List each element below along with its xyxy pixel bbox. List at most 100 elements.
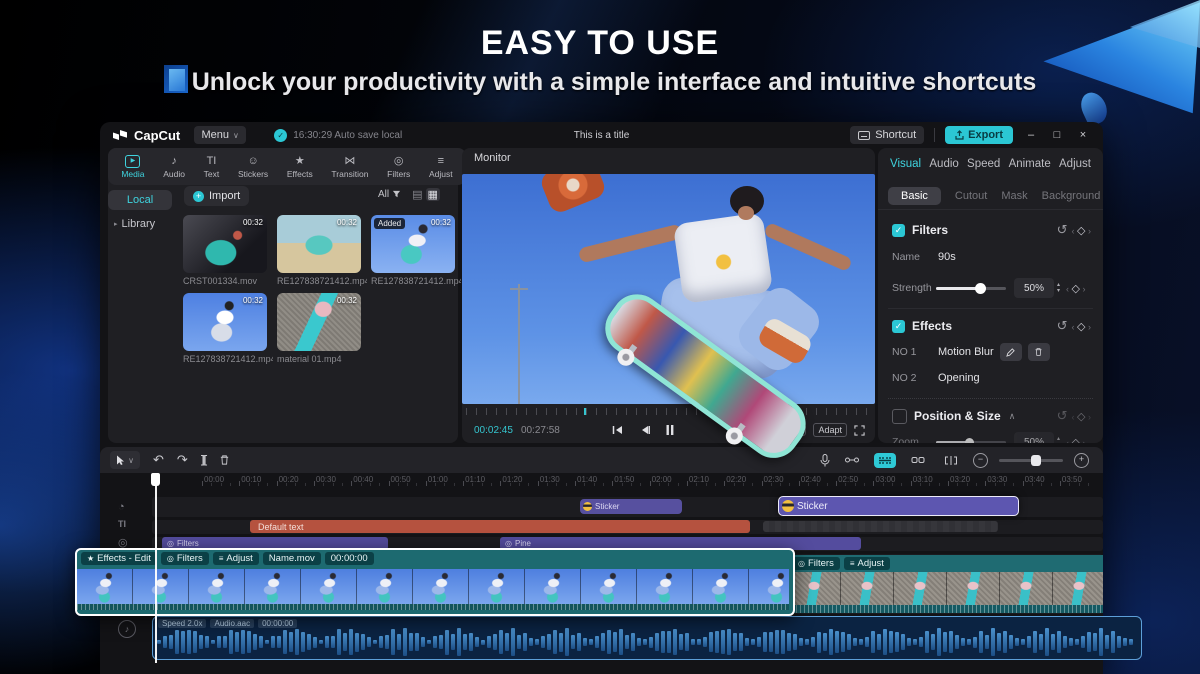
media-tab-audio[interactable]: ♪ Audio (163, 155, 185, 179)
autosave-status: 16:30:29 Auto save local (293, 129, 403, 141)
delete-effect-button[interactable] (1027, 343, 1050, 361)
main-track-magnet-icon[interactable] (874, 452, 896, 468)
media-tab-adjust[interactable]: ≡ Adjust (429, 155, 453, 179)
name-value[interactable]: 90s (938, 251, 956, 263)
filter-all-button[interactable]: All (378, 189, 389, 200)
muted-text-clip[interactable] (763, 521, 998, 532)
media-tab-text[interactable]: TI Text (204, 155, 220, 179)
close-button[interactable]: × (1075, 129, 1091, 141)
zoom-value[interactable]: 50% (1014, 432, 1054, 443)
shortcut-button[interactable]: Shortcut (850, 126, 925, 144)
split-button[interactable]: ][ (201, 454, 207, 466)
clip-badge: Audio.aac (210, 619, 255, 628)
media-thumbnail[interactable]: 00:32 (277, 215, 361, 273)
timeline-ruler[interactable]: 00:00 00:10 00:20 00:30 00:40 00:50 01:00 01:10… (152, 473, 1103, 488)
audio-clip[interactable]: Speed 2.0x Audio.aac 00:00:00 (152, 616, 1142, 660)
media-thumbnail[interactable]: 00:32 (277, 293, 361, 351)
media-tab-effects[interactable]: ★ Effects (287, 155, 313, 179)
strength-slider[interactable] (936, 282, 1006, 294)
properties-tab-visual[interactable]: Visual (890, 158, 921, 170)
export-button[interactable]: Export (945, 126, 1013, 144)
properties-tab-adjust[interactable]: Adjust (1059, 158, 1091, 170)
fullscreen-icon[interactable] (854, 424, 865, 436)
keyframe-control[interactable]: ‹ ◇ › (1072, 410, 1091, 423)
zoom-out-icon[interactable]: − (973, 452, 988, 468)
edit-effect-button[interactable] (999, 343, 1022, 361)
strength-stepper[interactable]: ▴ ▾ (1057, 282, 1060, 294)
keyframe-control[interactable]: ‹ ◇ › (1066, 282, 1085, 295)
text-clip[interactable]: Default text (250, 520, 750, 533)
media-tab-media[interactable]: ▶ Media (121, 154, 145, 179)
adjust-icon: ≡ (218, 554, 224, 563)
film-frame (841, 572, 894, 605)
skater-arm (577, 223, 684, 264)
snap-icon[interactable] (841, 453, 863, 468)
media-tab-filters[interactable]: ◎ Filters (387, 155, 410, 179)
link-clips-icon[interactable] (907, 453, 929, 468)
keyframe-control[interactable]: ‹ ◇ › (1072, 320, 1091, 333)
media-thumbnail[interactable]: 00:32 (183, 293, 267, 351)
list-view-icon[interactable]: ▤ (412, 188, 422, 201)
delete-button[interactable] (219, 454, 230, 466)
position-size-checkbox[interactable] (892, 408, 907, 424)
chevron-down-icon: ∨ (128, 455, 134, 465)
tab-label: Audio (163, 168, 185, 179)
timeline-zoom-slider[interactable] (999, 454, 1063, 466)
video-clip[interactable]: ◎ Filters ≡ Adjust (788, 555, 1103, 613)
properties-tab-speed[interactable]: Speed (967, 158, 1000, 170)
strength-value[interactable]: 50% (1014, 278, 1054, 298)
skater-shirt (672, 212, 774, 304)
subtab-cutout[interactable]: Cutout (955, 190, 987, 202)
voiceover-mic-icon[interactable] (820, 453, 830, 467)
reset-icon[interactable]: ↺ (1057, 408, 1068, 424)
keyframe-control[interactable]: ‹ ◇ › (1066, 436, 1085, 444)
filters-checkbox[interactable]: ✓ (892, 223, 905, 237)
ripple-edit-icon[interactable] (940, 453, 962, 468)
source-local[interactable]: Local (108, 190, 172, 210)
pause-icon[interactable] (666, 425, 674, 435)
video-clip-selected[interactable]: ★ Effects - Edit ◎ Filters ≡ Adjust Name.mov 00… (75, 548, 795, 616)
zoom-stepper[interactable]: ▴▾ (1057, 436, 1060, 443)
undo-button[interactable]: ↶ (153, 452, 164, 468)
skater-shoe (538, 174, 608, 216)
effects-checkbox[interactable]: ✓ (892, 319, 905, 333)
funnel-icon[interactable] (392, 190, 401, 199)
collapse-icon[interactable]: ∧ (1009, 411, 1016, 422)
select-tool-button[interactable]: ∨ (110, 451, 140, 469)
playhead-handle[interactable] (151, 473, 160, 486)
properties-tab-audio[interactable]: Audio (929, 158, 958, 170)
minimize-button[interactable]: – (1023, 129, 1039, 141)
effect-row-2: NO 2 Opening (878, 370, 1103, 386)
menu-button[interactable]: Menu ∨ (194, 126, 247, 144)
source-library[interactable]: ▸ Library (114, 218, 155, 230)
media-tab-stickers[interactable]: ☺ Stickers (238, 155, 268, 179)
grid-view-icon[interactable]: ▦ (425, 188, 440, 201)
effect-name[interactable]: Opening (938, 372, 980, 384)
media-thumbnail[interactable]: 00:32 Added (371, 215, 455, 273)
media-tab-transition[interactable]: ⋈ Transition (331, 155, 368, 179)
filters-icon: ◎ (167, 539, 174, 548)
import-button[interactable]: + Import (184, 186, 250, 206)
monitor-title: Monitor (474, 152, 511, 164)
subtab-basic[interactable]: Basic (888, 186, 941, 205)
prev-frame-icon[interactable] (639, 425, 650, 435)
redo-button[interactable]: ↷ (177, 452, 188, 468)
subtab-background[interactable]: Background (1042, 190, 1101, 202)
reset-icon[interactable]: ↺ (1057, 222, 1068, 238)
filters-section-header: ✓ Filters ↺ ‹ ◇ › (878, 220, 1103, 240)
reset-icon[interactable]: ↺ (1057, 318, 1068, 334)
shortcut-label: Shortcut (875, 129, 917, 141)
zoom-in-icon[interactable]: + (1074, 452, 1089, 468)
sticker-clip[interactable]: Sticker (580, 499, 682, 514)
effect-name[interactable]: Motion Blur (938, 346, 994, 358)
keyframe-control[interactable]: ‹ ◇ › (1072, 224, 1091, 237)
properties-tab-animate[interactable]: Animate (1009, 158, 1051, 170)
skip-start-icon[interactable] (612, 425, 623, 435)
media-thumbnail[interactable]: 00:32 (183, 215, 267, 273)
subtab-mask[interactable]: Mask (1001, 190, 1027, 202)
adapt-button[interactable]: Adapt (813, 423, 847, 437)
name-label: Name (892, 251, 921, 263)
maximize-button[interactable]: □ (1049, 129, 1065, 141)
zoom-slider[interactable] (936, 437, 1006, 443)
sticker-clip-selected[interactable]: Sticker (778, 496, 1019, 516)
